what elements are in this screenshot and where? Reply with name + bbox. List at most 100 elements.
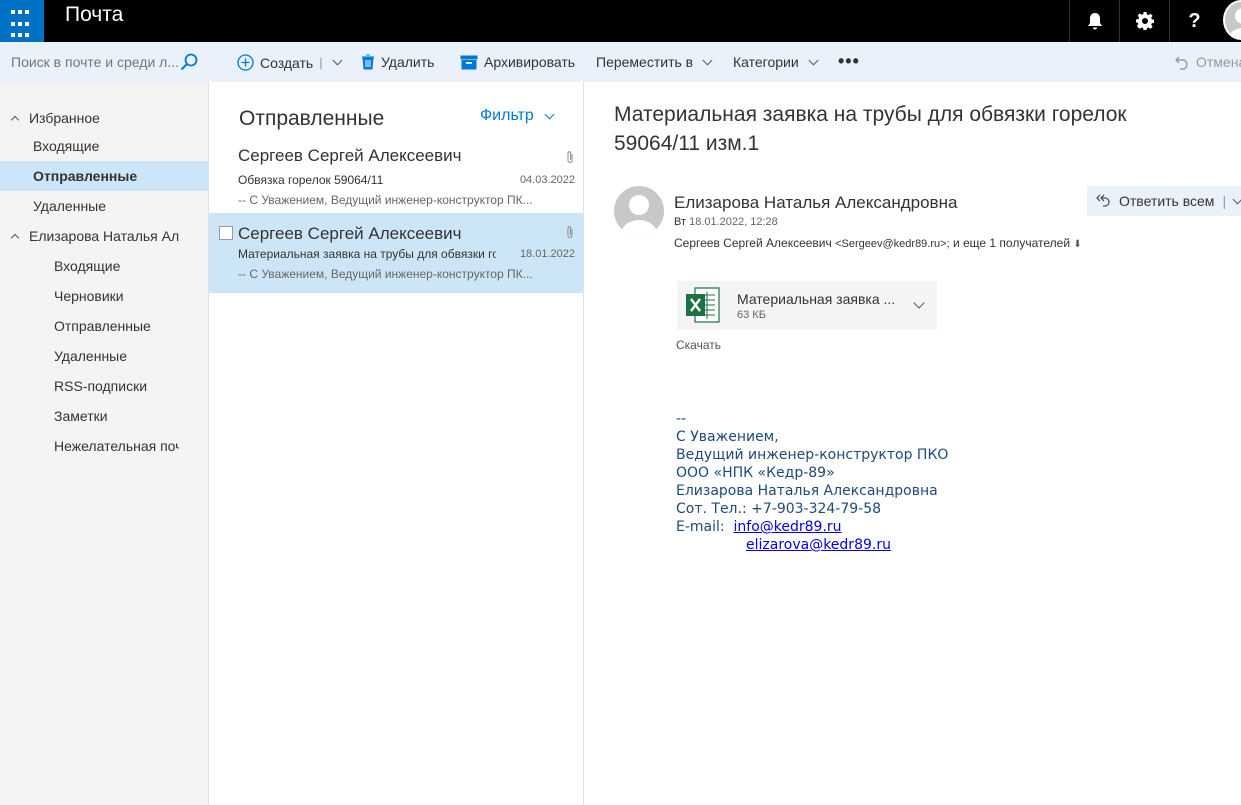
person-icon [621, 195, 657, 236]
favorites-label: Избранное [29, 110, 100, 126]
recipient-address: <Sergeev@kedr89.ru>; [835, 238, 950, 250]
message-subject: Материальная заявка на трубы для обвязки… [238, 247, 496, 261]
excel-file-icon [686, 287, 720, 323]
sidebar-item-deleted[interactable]: Удаленные [0, 191, 208, 221]
separator: | [319, 55, 323, 70]
favorites-header[interactable]: Избранное [0, 103, 208, 133]
sidebar-item-notes[interactable]: Заметки [0, 401, 208, 431]
recipients: Сергеев Сергей Алексеевич <Sergeev@kedr8… [674, 236, 1082, 250]
message-sender: Сергеев Сергей Алексеевич [238, 224, 462, 243]
sig-phone: Сот. Тел.: +7-903-324-79-58 [676, 501, 882, 517]
sig-email-row-2: elizarova@kedr89.ru [676, 536, 948, 554]
categories-label: Категории [733, 54, 799, 70]
gear-icon [1135, 12, 1154, 30]
filter-button[interactable]: Фильтр [480, 107, 555, 125]
weekday: Вт [674, 216, 687, 228]
account-label: Елизарова Наталья Ал [29, 228, 180, 244]
message-date: 04.03.2022 [519, 174, 575, 186]
paperclip-icon [567, 151, 573, 163]
top-bar: Почта ? [0, 0, 1241, 42]
chevron-down-icon[interactable] [913, 297, 925, 309]
search-icon[interactable] [180, 53, 198, 71]
undo-icon [1175, 56, 1188, 70]
new-button-label: Создать [260, 54, 314, 71]
trash-icon [362, 54, 374, 70]
move-to-label: Переместить в [596, 54, 694, 70]
delete-button-label: Удалить [381, 54, 435, 70]
chevron-down-icon [808, 55, 819, 65]
sig-dash: -- [676, 411, 687, 427]
archive-button[interactable]: Архивировать [460, 54, 575, 70]
sidebar-item-deleted-account[interactable]: Удаленные [0, 341, 208, 371]
sidebar-item-inbox-account[interactable]: Входящие [0, 251, 208, 281]
undo-button[interactable]: Отмена [1175, 54, 1241, 70]
sidebar-item-sent-account[interactable]: Отправленные [0, 311, 208, 341]
sig-position: Ведущий инженер-конструктор ПКО [676, 447, 949, 463]
attachment-size: 63 КБ [737, 309, 766, 321]
sig-email-row: E-mail: info@kedr89.ru [676, 518, 948, 536]
sender-avatar [614, 186, 664, 236]
reply-all-button[interactable]: Ответить всем | [1087, 186, 1241, 216]
categories-button[interactable]: Категории [733, 54, 819, 70]
chevron-up-icon[interactable] [10, 115, 20, 125]
sig-greeting: С Уважением, [676, 429, 779, 445]
chevron-down-icon [702, 55, 713, 65]
sidebar-item-drafts[interactable]: Черновики [0, 281, 208, 311]
more-recipients-link[interactable]: и еще 1 получателей [953, 236, 1070, 250]
reading-pane: Материальная заявка на трубы для обвязки… [584, 82, 1241, 805]
list-item-selected[interactable]: Сергеев Сергей Алексеевич Материальная з… [209, 213, 583, 293]
search-input[interactable] [11, 54, 179, 70]
move-to-button[interactable]: Переместить в [596, 54, 713, 70]
search-box [0, 42, 209, 82]
sig-company: ООО «НПК «Кедр-89» [676, 465, 835, 481]
sig-name: Елизарова Наталья Александровна [676, 483, 938, 499]
command-bar: Создать | Удалить Архивировать Перемести… [0, 42, 1241, 82]
sidebar-item-rss[interactable]: RSS-подписки [0, 371, 208, 401]
new-button[interactable]: Создать | [237, 54, 343, 71]
archive-button-label: Архивировать [484, 54, 576, 70]
filter-label: Фильтр [480, 107, 534, 124]
message-body: -- С Уважением, Ведущий инженер-конструк… [676, 410, 948, 554]
email-link-info[interactable]: info@kedr89.ru [734, 519, 842, 535]
user-avatar[interactable] [1223, 0, 1241, 40]
undo-label: Отмена [1196, 54, 1241, 70]
chevron-up-icon[interactable] [10, 233, 20, 243]
notifications-button[interactable] [1069, 0, 1119, 42]
delete-button[interactable]: Удалить [361, 54, 434, 70]
download-link[interactable]: Скачать [676, 338, 721, 352]
message-sender: Сергеев Сергей Алексеевич [238, 146, 462, 165]
list-title: Отправленные [239, 107, 385, 130]
app-title: Почта [65, 3, 124, 26]
folder-pane: Избранное Входящие Отправленные Удаленны… [0, 82, 209, 805]
message-date: 18.01.2022 [519, 248, 575, 260]
list-item[interactable]: Сергеев Сергей Алексеевич Обвязка горело… [209, 142, 583, 222]
recipient-name[interactable]: Сергеев Сергей Алексеевич [674, 236, 832, 250]
settings-button[interactable] [1119, 0, 1169, 42]
attachment-card[interactable]: Материальная заявка ... 63 КБ [677, 281, 937, 330]
sig-email-label: E-mail: [676, 519, 725, 535]
reply-all-icon [1096, 194, 1110, 207]
more-actions-button[interactable]: ••• [838, 51, 860, 72]
separator: | [1222, 193, 1227, 209]
paperclip-icon [567, 226, 573, 238]
help-button[interactable]: ? [1169, 0, 1219, 42]
expand-recipients-icon[interactable]: ⬇ [1073, 239, 1081, 250]
account-header[interactable]: Елизарова Наталья Ал [0, 221, 208, 251]
app-launcher-icon[interactable] [0, 0, 44, 42]
archive-icon [460, 55, 478, 69]
chevron-down-icon[interactable] [332, 55, 343, 66]
bell-icon [1087, 13, 1102, 30]
select-checkbox[interactable] [219, 226, 233, 240]
message-list: Отправленные Фильтр Сергеев Сергей Алекс… [209, 82, 584, 805]
message-subject-heading: Материальная заявка на трубы для обвязки… [614, 103, 1127, 155]
email-link-elizarova[interactable]: elizarova@kedr89.ru [746, 537, 891, 553]
sidebar-item-sent[interactable]: Отправленные [0, 161, 208, 191]
sender-name[interactable]: Елизарова Наталья Александровна [674, 193, 957, 213]
sidebar-item-inbox[interactable]: Входящие [0, 131, 208, 161]
question-icon: ? [1188, 9, 1201, 32]
sidebar-item-junk[interactable]: Нежелательная поч [0, 431, 179, 461]
message-subject: Обвязка горелок 59064/11 [238, 173, 384, 187]
chevron-down-icon[interactable] [1232, 194, 1241, 204]
message-preview: -- С Уважением, Ведущий инженер-конструк… [238, 267, 533, 281]
reply-all-label: Ответить всем [1119, 193, 1215, 209]
